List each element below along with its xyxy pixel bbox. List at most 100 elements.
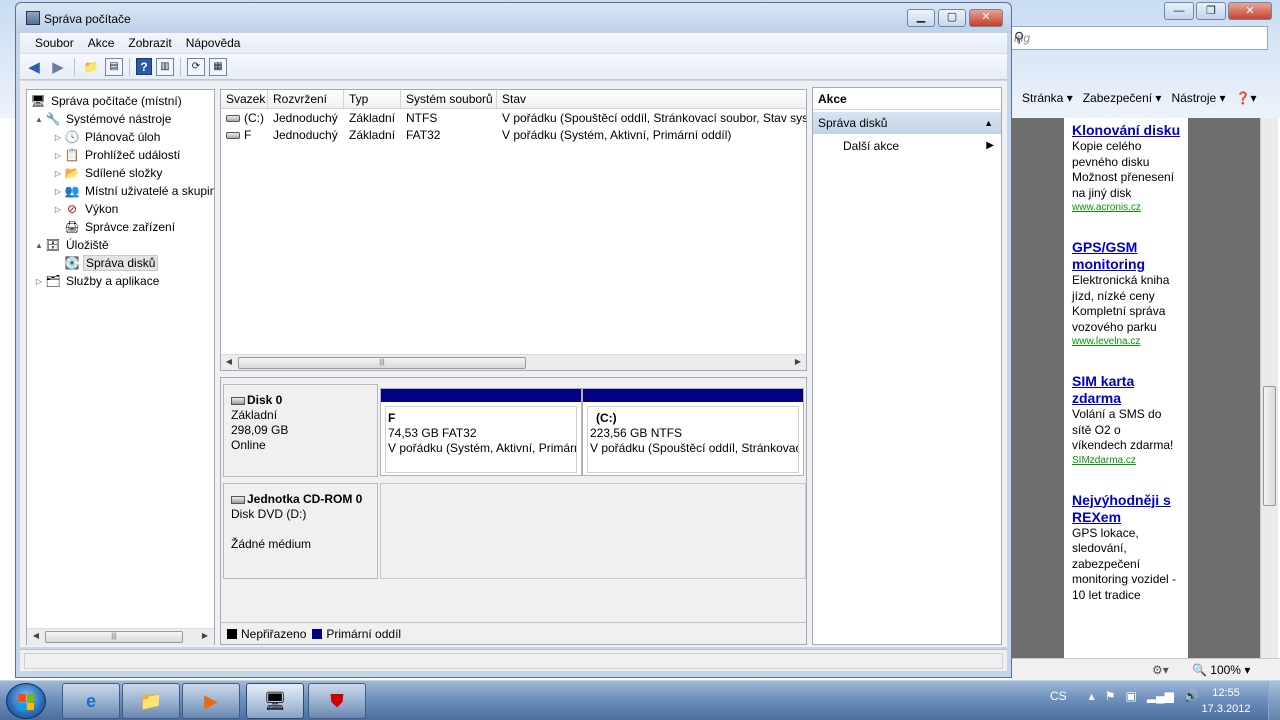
minimize-button[interactable]: ▁	[907, 9, 935, 27]
language-indicator[interactable]: CS	[1050, 689, 1067, 703]
security-app-icon[interactable]: ⛊	[308, 683, 366, 719]
menu-help[interactable]: Nápověda	[179, 33, 248, 53]
scrollbar-thumb[interactable]	[1263, 386, 1276, 506]
column-header-layout[interactable]: Rozvržení	[268, 90, 344, 109]
collapse-icon[interactable]: ▲	[33, 115, 45, 124]
table-row[interactable]: (C:) Jednoduchý Základní NTFS V pořádku …	[221, 110, 806, 127]
column-header-volume[interactable]: Svazek	[221, 90, 268, 109]
ad-url-link[interactable]: SIMzdarma.cz	[1072, 455, 1186, 466]
tree-item-disk-management[interactable]: 💽 Správa disků	[52, 254, 159, 272]
expand-icon[interactable]: ▷	[52, 187, 64, 196]
search-icon[interactable]: ⚲	[1014, 29, 1259, 46]
collapse-icon[interactable]: ▲	[33, 241, 45, 250]
show-desktop-button[interactable]	[1268, 681, 1280, 720]
tree-item-local-users[interactable]: ▷ 👥 Místní uživatelé a skupiny	[52, 182, 214, 200]
forward-arrow-icon[interactable]: ▶	[48, 57, 68, 77]
tree-item-storage[interactable]: ▲ 🗄 Úložiště	[33, 236, 111, 254]
expand-icon[interactable]: ▷	[52, 133, 64, 142]
disk-0-label[interactable]: Disk 0 Základní 298,09 GB Online	[223, 384, 378, 477]
protected-mode-icon[interactable]: ⚙▾	[1152, 663, 1169, 677]
device-manager-icon: 🖨	[64, 220, 80, 234]
zoom-level[interactable]: 🔍 100% ▾	[1192, 663, 1250, 677]
tree-item-performance[interactable]: ▷ ⊘ Výkon	[52, 200, 120, 218]
partition-f[interactable]: F 74,53 GB FAT32 V pořádku (Systém, Akti…	[380, 388, 582, 476]
tree-item-task-scheduler[interactable]: ▷ 🕓 Plánovač úloh	[52, 128, 162, 146]
title-bar[interactable]: Správa počítače ▁ ▢ ✕	[16, 3, 1011, 33]
menu-action[interactable]: Akce	[81, 33, 122, 53]
expand-icon[interactable]: ▷	[52, 169, 64, 178]
refresh-icon[interactable]: ⟳	[187, 57, 205, 76]
tree-item-event-viewer[interactable]: ▷ 📋 Prohlížeč událostí	[52, 146, 182, 164]
scroll-left-icon[interactable]: ◀	[30, 631, 42, 640]
expand-icon[interactable]: ▷	[52, 205, 64, 214]
ad-title-link[interactable]: Nejvýhodněji s REXem	[1072, 492, 1186, 526]
volume-list-header: Svazek Rozvržení Typ Systém souborů Stav	[221, 90, 806, 109]
windows-explorer-icon[interactable]: 📁	[122, 683, 180, 719]
browser-maximize-button[interactable]: ❐	[1196, 2, 1226, 20]
tree-item-shared-folders[interactable]: ▷ 📂 Sdílené složky	[52, 164, 164, 182]
browser-menu-tools[interactable]: Nástroje ▾	[1171, 91, 1225, 105]
column-header-status[interactable]: Stav	[497, 90, 806, 109]
ad-item: Klonování disku Kopie celého pevného dis…	[1072, 122, 1186, 213]
up-folder-icon[interactable]: 📁	[81, 57, 101, 77]
scroll-right-icon[interactable]: ▶	[199, 631, 211, 640]
browser-status-bar: ⚙▾ 🔍 100% ▾	[1012, 658, 1280, 682]
back-arrow-icon[interactable]: ◀	[24, 57, 44, 77]
clock[interactable]: 12:55 17.3.2012	[1196, 685, 1256, 717]
browser-close-button[interactable]: ✕	[1228, 2, 1272, 20]
start-button[interactable]	[6, 683, 46, 719]
partition-c[interactable]: (C:) 223,56 GB NTFS V pořádku (Spouštěcí…	[582, 388, 804, 476]
device-icon[interactable]: ▣	[1125, 689, 1136, 703]
collapse-up-icon[interactable]: ▲	[984, 112, 993, 134]
tree-item-system-tools[interactable]: ▲ 🔧 Systémové nástroje	[33, 110, 173, 128]
ad-title-link[interactable]: GPS/GSM monitoring	[1072, 239, 1186, 273]
action-center-flag-icon[interactable]: ⚑	[1105, 689, 1116, 703]
table-row[interactable]: F Jednoduchý Základní FAT32 V pořádku (S…	[221, 127, 806, 144]
services-icon: 🗂	[45, 274, 61, 288]
browser-search-box[interactable]: ing ⚲	[1012, 26, 1268, 50]
expand-icon[interactable]: ▷	[52, 151, 64, 160]
properties-icon[interactable]: ▦	[209, 57, 227, 76]
volume-list-horizontal-scrollbar[interactable]: ◀ ||| ▶	[221, 354, 806, 370]
maximize-button[interactable]: ▢	[938, 9, 966, 27]
scrollbar-thumb[interactable]: |||	[238, 357, 526, 369]
tree-item-device-manager[interactable]: 🖨 Správce zařízení	[52, 218, 177, 236]
status-bar-panel	[24, 653, 1003, 669]
column-header-type[interactable]: Typ	[344, 90, 401, 109]
tree-item-label: Správa disků	[83, 255, 159, 271]
scroll-right-icon[interactable]: ▶	[792, 357, 804, 366]
column-header-file-system[interactable]: Systém souborů	[401, 90, 497, 109]
browser-minimize-button[interactable]: —	[1164, 2, 1194, 20]
menu-view[interactable]: Zobrazit	[121, 33, 178, 53]
volume-cell: (C:)	[221, 110, 268, 127]
ad-title-link[interactable]: Klonování disku	[1072, 122, 1186, 139]
more-actions-item[interactable]: Další akce ▶	[813, 134, 1001, 158]
cdrom-0-label[interactable]: Jednotka CD-ROM 0 Disk DVD (D:) Žádné mé…	[223, 483, 378, 579]
browser-menu-page[interactable]: Stránka ▾	[1022, 91, 1073, 105]
scrollbar-thumb[interactable]: |||	[45, 631, 183, 643]
computer-management-taskbar-icon[interactable]: 🖥	[246, 683, 304, 719]
tree-horizontal-scrollbar[interactable]: ◀ ||| ▶	[27, 628, 214, 645]
expand-icon[interactable]: ▷	[33, 277, 45, 286]
cdrom-empty-area[interactable]	[380, 483, 806, 579]
tree-item-services-applications[interactable]: ▷ 🗂 Služby a aplikace	[33, 272, 161, 290]
close-button[interactable]: ✕	[969, 9, 1003, 27]
menu-file[interactable]: Soubor	[28, 33, 81, 53]
media-player-icon[interactable]: ▶	[182, 683, 240, 719]
ad-text: pevného disku	[1072, 154, 1150, 169]
browser-menu-security[interactable]: Zabezpečení ▾	[1083, 91, 1162, 105]
network-signal-icon[interactable]: ▂▄▆	[1147, 689, 1174, 703]
browser-vertical-scrollbar[interactable]	[1260, 118, 1278, 658]
show-hide-action-pane-icon[interactable]: ▥	[156, 57, 174, 76]
internet-explorer-icon[interactable]: e	[62, 683, 120, 719]
ad-url-link[interactable]: www.acronis.cz	[1072, 202, 1186, 213]
scroll-left-icon[interactable]: ◀	[223, 357, 235, 366]
help-icon[interactable]: ?	[136, 58, 152, 75]
show-hide-tree-icon[interactable]: ▤	[105, 57, 123, 76]
ad-title-link[interactable]: SIM karta zdarma	[1072, 373, 1186, 407]
show-hidden-icons-icon[interactable]: ▴	[1089, 689, 1095, 703]
ad-url-link[interactable]: www.levelna.cz	[1072, 336, 1186, 347]
actions-section-disk-management[interactable]: Správa disků ▲	[813, 112, 1001, 134]
tree-item-computer-management[interactable]: 🖥 Správa počítače (místní)	[30, 92, 184, 110]
browser-menu-help[interactable]: ❓▾	[1236, 91, 1257, 105]
